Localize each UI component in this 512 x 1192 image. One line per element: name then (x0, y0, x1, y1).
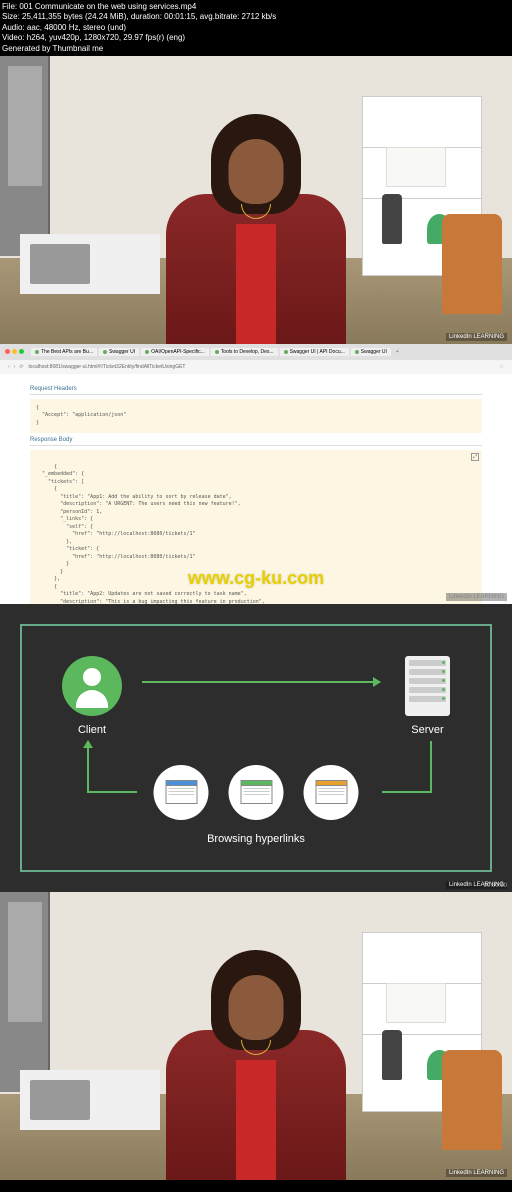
metadata-header: File: 001 Communicate on the web using s… (0, 0, 512, 56)
arrow-up-icon (87, 741, 89, 791)
request-headers-label: Request Headers (30, 386, 482, 395)
laptop-icon (30, 1080, 90, 1120)
presenter (166, 940, 346, 1180)
whiteboard (386, 983, 446, 1023)
server-icon (405, 656, 450, 716)
address-bar[interactable]: ‹ › ⟳ localhost:8081/swagger-ui.html#!/T… (0, 360, 512, 374)
browser-tab-bar: The Best APIs are Bu... Swagger UI OAI/O… (0, 344, 512, 360)
traffic-lights (5, 349, 24, 354)
door (0, 56, 50, 256)
linkedin-badge: LinkedIn LEARNING (446, 593, 507, 601)
linkedin-badge: LinkedIn LEARNING (446, 1169, 507, 1177)
browser-tab[interactable]: Swagger UI | API Docu... (280, 348, 349, 356)
coffee-pot (382, 194, 402, 244)
new-tab-button[interactable]: + (393, 349, 402, 355)
size-info: Size: 25,411,355 bytes (24.24 MiB), dura… (2, 12, 510, 22)
browser-icon (154, 765, 209, 820)
response-body-label: Response Body (30, 437, 482, 446)
back-icon[interactable]: ‹ (8, 364, 10, 370)
thumbnail-frame-1: LinkedIn LEARNING (0, 56, 512, 344)
file-info: File: 001 Communicate on the web using s… (2, 2, 510, 12)
arrow-right-icon (142, 681, 380, 683)
browser-tab[interactable]: The Best APIs are Bu... (31, 348, 97, 356)
client-label: Client (62, 724, 122, 736)
browser-tab[interactable]: OAI/OpenAPI-Specific... (141, 348, 209, 356)
browser-tab[interactable]: Tools to Develop, Des... (211, 348, 278, 356)
expand-icon[interactable]: ⤢ (471, 453, 479, 461)
browser-tab[interactable]: Swagger UI (351, 348, 391, 356)
bookmark-icon[interactable]: ☆ (500, 364, 504, 370)
chair (442, 1050, 502, 1150)
browser-icon (304, 765, 359, 820)
coffee-pot (382, 1030, 402, 1080)
audio-info: Audio: aac, 48000 Hz, stereo (und) (2, 23, 510, 33)
video-info: Video: h264, yuv420p, 1280x720, 29.97 fp… (2, 33, 510, 43)
generator-info: Generated by Thumbnail me (2, 44, 510, 54)
client-node: Client (62, 656, 122, 736)
door (0, 892, 50, 1092)
presenter (166, 104, 346, 344)
url-text[interactable]: localhost:8081/swagger-ui.html#!/Ticket3… (29, 364, 495, 370)
response-body-code: { "_embedded": { "tickets": [ { "title":… (30, 450, 482, 627)
arrow-down-icon (430, 741, 432, 791)
thumbnail-frame-3: Client Server Browsing hyperlinks 00:00:… (0, 604, 512, 892)
linkedin-badge: LinkedIn LEARNING (446, 881, 507, 889)
browsing-label: Browsing hyperlinks (207, 833, 305, 845)
browser-icon (229, 765, 284, 820)
browser-tab[interactable]: Swagger UI (99, 348, 139, 356)
request-headers-code: { "Accept": "application/json" } (30, 399, 482, 434)
thumbnail-frame-4: LinkedIn LEARNING (0, 892, 512, 1180)
browser-row (154, 765, 359, 820)
linkedin-badge: LinkedIn LEARNING (446, 333, 507, 341)
server-node: Server (405, 656, 450, 736)
laptop-icon (30, 244, 90, 284)
server-label: Server (405, 724, 450, 736)
minimize-icon[interactable] (12, 349, 17, 354)
close-icon[interactable] (5, 349, 10, 354)
watermark: www.cg-ku.com (188, 568, 324, 589)
chair (442, 214, 502, 314)
forward-icon[interactable]: › (14, 364, 16, 370)
maximize-icon[interactable] (19, 349, 24, 354)
whiteboard (386, 147, 446, 187)
user-icon (62, 656, 122, 716)
diagram-border: Client Server Browsing hyperlinks (20, 624, 492, 872)
reload-icon[interactable]: ⟳ (19, 364, 23, 370)
thumbnail-frame-2: The Best APIs are Bu... Swagger UI OAI/O… (0, 344, 512, 604)
